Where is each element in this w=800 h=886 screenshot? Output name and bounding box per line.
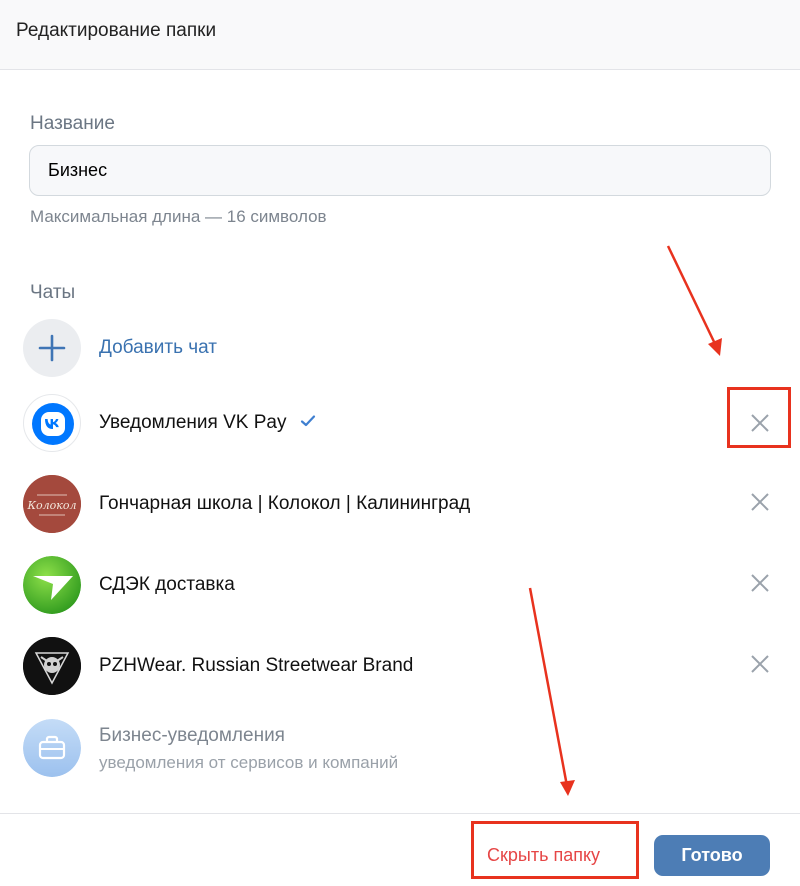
folder-name-input[interactable] bbox=[29, 145, 771, 196]
close-icon[interactable] bbox=[745, 568, 775, 598]
chat-title: СДЭК доставка bbox=[99, 574, 235, 595]
close-icon[interactable] bbox=[745, 408, 775, 438]
chat-item-kolokol[interactable]: Колокол Гончарная школа | Колокол | Кали… bbox=[0, 469, 800, 539]
chat-title: Уведомления VK Pay bbox=[99, 412, 316, 434]
close-icon[interactable] bbox=[745, 649, 775, 679]
chat-item-cdek[interactable]: СДЭК доставка bbox=[0, 550, 800, 620]
briefcase-icon bbox=[23, 719, 81, 777]
kolokol-logo-text: Колокол bbox=[27, 499, 77, 512]
chat-item-pzhwear[interactable]: PZHWear. Russian Streetwear Brand bbox=[0, 631, 800, 701]
done-button[interactable]: Готово bbox=[654, 835, 770, 876]
vk-logo-icon bbox=[32, 403, 74, 445]
add-chat-button[interactable]: Добавить чат bbox=[0, 313, 800, 383]
hide-folder-button[interactable]: Скрыть папку bbox=[487, 845, 600, 866]
business-notifications-item: Бизнес-уведомления уведомления от сервис… bbox=[0, 713, 800, 783]
chat-title-text: Уведомления VK Pay bbox=[99, 412, 287, 434]
plus-icon bbox=[23, 319, 81, 377]
chat-item-vk-pay[interactable]: Уведомления VK Pay bbox=[0, 388, 800, 458]
chat-title: PZHWear. Russian Streetwear Brand bbox=[99, 655, 414, 676]
chat-title: Гончарная школа | Колокол | Калининград bbox=[99, 493, 471, 514]
business-title: Бизнес-уведомления bbox=[99, 725, 285, 746]
chats-label: Чаты bbox=[30, 282, 76, 303]
add-chat-label: Добавить чат bbox=[99, 337, 217, 358]
kolokol-avatar: Колокол bbox=[23, 475, 81, 533]
business-subtitle: уведомления от сервисов и компаний bbox=[99, 753, 399, 772]
name-label: Название bbox=[30, 113, 115, 134]
pzhwear-avatar bbox=[23, 637, 81, 695]
cdek-avatar bbox=[23, 556, 81, 614]
vk-pay-avatar bbox=[23, 394, 81, 452]
modal-header: Редактирование папки bbox=[0, 0, 800, 70]
name-hint: Максимальная длина — 16 символов bbox=[30, 207, 327, 226]
close-icon[interactable] bbox=[745, 487, 775, 517]
briefcase-avatar bbox=[23, 719, 81, 777]
modal-title: Редактирование папки bbox=[16, 20, 217, 41]
verified-icon bbox=[300, 412, 316, 434]
